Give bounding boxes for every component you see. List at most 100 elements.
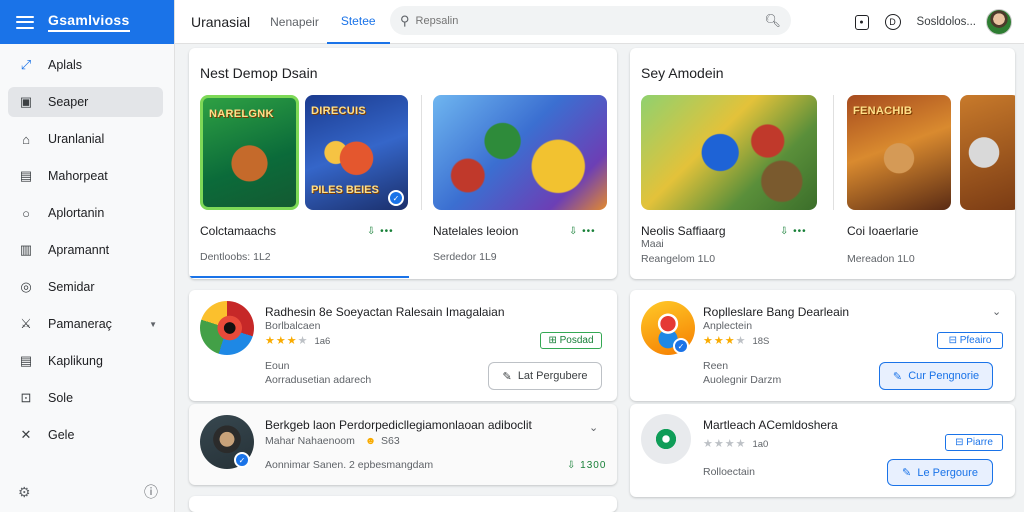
info-icon[interactable]: ⓘ [144, 482, 158, 502]
hamburger-menu-icon[interactable] [16, 15, 34, 29]
game-extra: Maai [641, 238, 664, 250]
avatar[interactable] [986, 9, 1012, 35]
list-item[interactable]: ✓ Roplleslare Bang Dearleain ⌄ Anplectei… [630, 290, 1015, 401]
search-icon[interactable]: ⚲ [400, 13, 410, 29]
sidebar-item-target[interactable]: ◎ Semidar [8, 272, 163, 302]
app-brand-title[interactable]: Gsamlvioss [48, 12, 130, 32]
sidebar: Gsamlvioss ⤢ Aplals ▣ Seaper ⌂ Uranlanial ▤… [0, 0, 175, 512]
sidebar-item-store[interactable]: ⊡ Sole [8, 383, 163, 413]
chevron-down-icon[interactable]: ▼ [149, 320, 157, 329]
download-icon: ⇩ ••• [780, 226, 807, 237]
sidebar-item-library[interactable]: ▥ Apramannt [8, 235, 163, 265]
app-title[interactable]: Martleach ACemldoshera [703, 418, 838, 432]
chevron-down-icon[interactable]: ⌄ [589, 421, 598, 434]
status-badge-label: Posdad [559, 335, 594, 346]
verified-badge-icon: ✓ [234, 452, 250, 468]
tab-nenapeir[interactable]: Nenapeir [270, 0, 319, 44]
app-line2: Reen [703, 360, 729, 372]
game-tile-5[interactable]: FENACHIB [847, 95, 951, 210]
sidebar-item-home[interactable]: ⌂ Uranlanial [8, 124, 163, 154]
verified-badge-icon: ✓ [673, 338, 689, 354]
divider [833, 95, 834, 210]
account-circle-icon[interactable]: D [884, 14, 901, 30]
sidebar-footer: ⚙ ⓘ [0, 472, 174, 512]
sidebar-item-apps[interactable]: ⤢ Aplals [8, 50, 163, 80]
install-button[interactable]: ✎ Le Pergoure [887, 459, 993, 486]
list-item-partial[interactable] [189, 496, 617, 512]
install-button-label: Lat Pergubere [517, 370, 588, 382]
grid-icon: ▣ [19, 94, 33, 109]
sidebar-item-label: Kaplikung [48, 354, 103, 368]
status-badge-label: Piarre [966, 437, 993, 448]
downloads-count-label: 1300 [580, 460, 607, 471]
sidebar-item-calendar[interactable]: ▤ Mahorpeat [8, 161, 163, 191]
sidebar-item-search[interactable]: ▣ Seaper [8, 87, 163, 117]
app-icon[interactable] [641, 414, 691, 464]
sidebar-item-ranking[interactable]: ▤ Kaplikung [8, 346, 163, 376]
calendar-icon: ▤ [19, 168, 33, 183]
tile-art-text: FENACHIB [853, 105, 913, 117]
search-input[interactable] [415, 14, 765, 27]
sidebar-item-search-2[interactable]: ○ Aplortanin [8, 198, 163, 228]
rating-stars: ★★★★ 1a0 [703, 438, 769, 450]
game-tile-4[interactable] [641, 95, 817, 210]
download-icon: ⇩ ••• [569, 226, 596, 237]
app-icon[interactable] [200, 301, 254, 355]
rating-count: 1a0 [752, 439, 769, 450]
chevron-down-icon[interactable]: ⌄ [992, 305, 1001, 318]
sidebar-item-tools[interactable]: ✕ Gele [8, 420, 163, 450]
app-line2: Mahar Nahaenoom [265, 435, 355, 447]
install-button[interactable]: ✎ Cur Pengnorie [879, 362, 993, 390]
sidebar-nav: ⤢ Aplals ▣ Seaper ⌂ Uranlanial ▤ Mahorpeat ○… [0, 44, 174, 450]
search-submit-icon[interactable]: 🔍︎ [764, 13, 781, 29]
app-title[interactable]: Berkgeb laon Perdorpedicllegiamonlaoan a… [265, 418, 532, 432]
apps-icon: ⤢ [20, 57, 32, 72]
game-tile-6[interactable] [960, 95, 1015, 210]
list-item[interactable]: ✓ Berkgeb laon Perdorpedicllegiamonlaoan… [189, 404, 617, 485]
install-button[interactable]: ✎ Lat Pergubere [488, 362, 602, 390]
game-meta: Mereadon 1L0 [847, 253, 915, 265]
sidebar-item-label: Aplortanin [48, 206, 105, 220]
sidebar-item-label: Uranlanial [48, 132, 105, 146]
game-tile-3[interactable] [433, 95, 607, 210]
game-tile-1[interactable]: NARELGNK [200, 95, 299, 210]
game-name[interactable]: Colctamaachs [200, 224, 276, 238]
game-name[interactable]: Coi Ioaerlarie [847, 224, 918, 238]
gamepad-icon: ⚔ [20, 316, 32, 331]
app-line3: Aorradusetian adarech [265, 374, 372, 386]
user-name[interactable]: Sosldolos... [917, 16, 976, 28]
game-meta: Reangelom 1L0 [641, 253, 716, 265]
rating-stars: ★★★★ 18S [703, 335, 770, 347]
sidebar-item-label: Sole [48, 391, 74, 405]
game-name[interactable]: Neolis Saffiaarg [641, 224, 726, 238]
list-item[interactable]: Radhesin 8e Soeyactan Ralesain Imagalaia… [189, 290, 617, 401]
rating-count: 1a6 [314, 336, 331, 347]
bag-icon: ⊡ [20, 390, 32, 405]
sidebar-item-label: Gele [48, 428, 75, 442]
page-title: Uranasial [191, 13, 251, 30]
sidebar-item-games[interactable]: ⚔ Pamaneraç ▼ [8, 309, 163, 339]
settings-icon[interactable]: ⚙ [18, 484, 31, 501]
tab-stetee[interactable]: Stetee [326, 0, 390, 44]
app-header: Gsamlvioss [0, 0, 174, 44]
sidebar-item-label: Seaper [48, 95, 89, 109]
app-title[interactable]: Radhesin 8e Soeyactan Ralesain Imagalaia… [265, 305, 505, 319]
section-title: Nest Demop Dsain [200, 65, 318, 81]
game-name[interactable]: Natelales leoion [433, 224, 518, 238]
status-badge-label: Pfeairo [959, 335, 992, 346]
sidebar-item-label: Aplals [48, 58, 83, 72]
app-line3: Aonnimar Sanen. 2 epbesmangdam [265, 459, 434, 471]
notifications-icon[interactable]: ● [854, 14, 869, 30]
app-line3: Rolloectain [703, 466, 755, 478]
featured-section-left: Nest Demop Dsain NARELGNK DIRECUIS PILES… [189, 48, 617, 279]
featured-section-right: Sey Amodein FENACHIB Neolis Saffiaarg ⇩ … [630, 48, 1015, 279]
app-count: S63 [381, 435, 400, 447]
list-item[interactable]: Martleach ACemldoshera ★★★★ 1a0 Rolloecta… [630, 404, 1015, 497]
tile-art-text: NARELGNK [209, 108, 274, 120]
emoji-icon: ☻ [365, 435, 377, 447]
app-title[interactable]: Roplleslare Bang Dearleain [703, 305, 849, 319]
status-badge: ⊟ Piarre [945, 434, 1003, 451]
tile-art-text: DIRECUIS [311, 105, 366, 117]
home-icon: ⌂ [22, 131, 30, 147]
game-tile-2[interactable]: DIRECUIS PILES BEIES ✓ [305, 95, 408, 210]
